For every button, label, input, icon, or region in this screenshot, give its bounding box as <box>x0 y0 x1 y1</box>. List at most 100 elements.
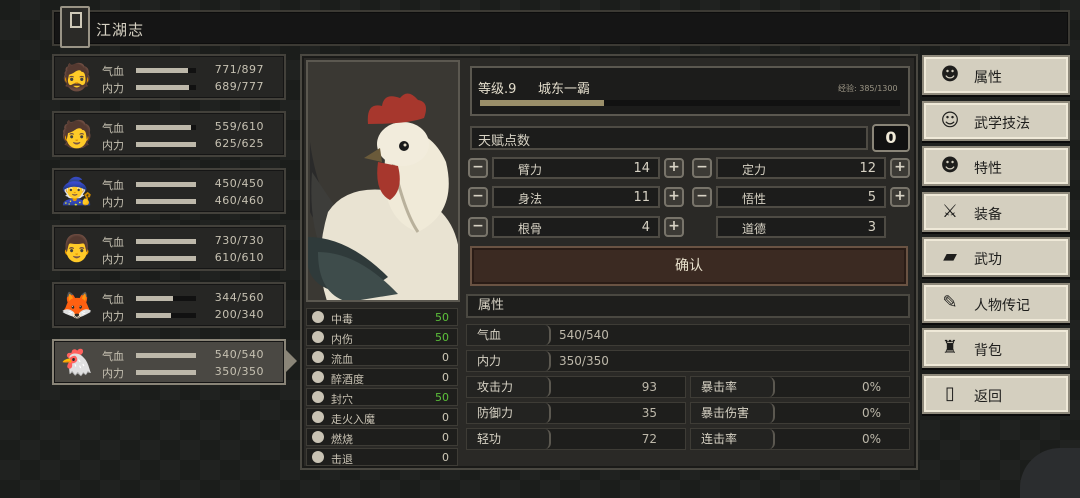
hp-row: 气血 450/450 <box>102 177 286 193</box>
menu-button-2[interactable]: ☻ 特性 <box>922 146 1070 186</box>
rooster-portrait-icon <box>308 62 458 300</box>
mp-row: 内力 610/610 <box>102 251 286 267</box>
menu-button-3[interactable]: ⚔ 装备 <box>922 191 1070 232</box>
mp-label: 内力 <box>102 367 124 380</box>
mp-row: 内力 350/350 <box>102 365 286 381</box>
property-combo-rate-value: 0% <box>861 432 881 446</box>
status-effect-name: 走火入魔 <box>331 413 375 426</box>
hp-bar-fill <box>136 296 173 301</box>
focus-plus-button[interactable]: + <box>890 158 910 178</box>
door-icon: ▯ <box>945 382 955 404</box>
mp-bar <box>136 85 196 90</box>
mp-bar <box>136 199 196 204</box>
wisdom-label: 悟性 <box>742 192 767 206</box>
mp-value: 689/777 <box>214 80 264 93</box>
mp-label: 内力 <box>102 253 124 266</box>
menu-button-4[interactable]: ▰ 武功 <box>922 237 1070 277</box>
focus-label: 定力 <box>742 163 767 177</box>
agility-box: 身法 11 <box>492 186 660 208</box>
person-icon: ☻ <box>940 64 960 85</box>
status-effect-icon <box>312 351 324 363</box>
hp-bar <box>136 239 196 244</box>
bag-icon: ♜ <box>941 337 959 358</box>
menu-button-label: 人物传记 <box>974 297 1030 314</box>
strength-label: 臂力 <box>518 163 543 177</box>
hp-bar-fill <box>136 239 196 244</box>
party-member-card[interactable]: 🦊 气血 344/560 内力 200/340 <box>52 282 286 328</box>
confirm-button[interactable]: 确认 <box>470 246 908 286</box>
mp-bar-fill <box>136 256 196 261</box>
journal-book-icon <box>60 6 90 48</box>
level-label: 等级.9 <box>478 82 517 97</box>
constitution-minus-button[interactable]: − <box>468 217 488 237</box>
property-attack-value: 93 <box>641 380 657 394</box>
agility-value: 11 <box>633 190 650 205</box>
mp-bar-fill <box>136 199 196 204</box>
hp-value: 450/450 <box>214 177 264 190</box>
menu-button-5[interactable]: ✎ 人物传记 <box>922 282 1070 323</box>
hp-bar-fill <box>136 125 192 130</box>
agility-plus-button[interactable]: + <box>664 187 684 207</box>
property-qinggong-value: 72 <box>641 432 657 446</box>
page-title: 江湖志 <box>96 21 145 39</box>
mp-bar-fill <box>136 85 190 90</box>
menu-button-0[interactable]: ☻ 属性 <box>922 55 1070 95</box>
status-effect-icon <box>312 371 324 383</box>
status-effect-icon <box>312 411 324 423</box>
mp-label: 内力 <box>102 196 124 209</box>
strength-minus-button[interactable]: − <box>468 158 488 178</box>
character-avatar-icon: 🦊 <box>60 291 94 321</box>
biography-icon: ✎ <box>942 291 958 313</box>
party-member-card[interactable]: 🐔 气血 540/540 内力 350/350 <box>52 339 286 385</box>
hp-label: 气血 <box>102 65 124 78</box>
party-member-card[interactable]: 🧔 气血 771/897 内力 689/777 <box>52 54 286 100</box>
mp-value: 350/350 <box>214 365 264 378</box>
menu-button-1[interactable]: ☺ 武学技法 <box>922 100 1070 141</box>
status-effect-name: 中毒 <box>331 313 353 326</box>
property-crit-rate-row: 暴击率 0% <box>690 376 910 398</box>
status-effect-icon <box>312 331 324 343</box>
focus-minus-button[interactable]: − <box>692 158 712 178</box>
mp-bar <box>136 142 196 147</box>
hp-label: 气血 <box>102 236 124 249</box>
menu-button-6[interactable]: ♜ 背包 <box>922 328 1070 368</box>
hp-row: 气血 344/560 <box>102 291 286 307</box>
property-mp-value: 350/350 <box>559 354 609 368</box>
experience-text: 经验: 385/1300 <box>838 84 898 93</box>
wisdom-value: 5 <box>867 190 876 205</box>
experience-bar <box>480 100 900 106</box>
hp-row: 气血 540/540 <box>102 348 286 364</box>
menu-button-label: 装备 <box>974 206 1002 223</box>
sword-icon: ⚔ <box>941 200 959 222</box>
wisdom-minus-button[interactable]: − <box>692 187 712 207</box>
wisdom-plus-button[interactable]: + <box>890 187 910 207</box>
menu-button-label: 返回 <box>974 388 1002 405</box>
character-avatar-icon: 🧔 <box>60 63 94 93</box>
trait-icon: ☻ <box>940 155 960 176</box>
hp-row: 气血 771/897 <box>102 63 286 79</box>
status-effect-value: 0 <box>442 371 449 384</box>
status-effect-name: 燃烧 <box>331 433 353 446</box>
status-effect-name: 醉酒度 <box>331 373 364 386</box>
property-hp-label: 气血 <box>467 325 551 345</box>
party-member-card[interactable]: 👨 气血 730/730 内力 610/610 <box>52 225 286 271</box>
constitution-plus-button[interactable]: + <box>664 217 684 237</box>
mp-value: 200/340 <box>214 308 264 321</box>
property-crit-damage-label: 暴击伤害 <box>691 403 775 423</box>
agility-minus-button[interactable]: − <box>468 187 488 207</box>
strength-plus-button[interactable]: + <box>664 158 684 178</box>
party-member-card[interactable]: 🧑 气血 559/610 内力 625/625 <box>52 111 286 157</box>
menu-button-label: 背包 <box>974 343 1002 359</box>
mp-label: 内力 <box>102 82 124 95</box>
party-member-card[interactable]: 🧙 气血 450/450 内力 460/460 <box>52 168 286 214</box>
menu-button-7[interactable]: ▯ 返回 <box>922 373 1070 414</box>
property-qinggong-row: 轻功 72 <box>466 428 686 450</box>
hp-value: 344/560 <box>214 291 264 304</box>
status-effect-row: 内伤 50 <box>306 328 458 346</box>
menu-button-label: 武功 <box>974 252 1002 268</box>
status-effect-row: 燃烧 0 <box>306 428 458 446</box>
wisdom-box: 悟性 5 <box>716 186 886 208</box>
status-effect-row: 封穴 50 <box>306 388 458 406</box>
property-defense-label: 防御力 <box>467 403 551 423</box>
status-effect-value: 0 <box>442 431 449 444</box>
